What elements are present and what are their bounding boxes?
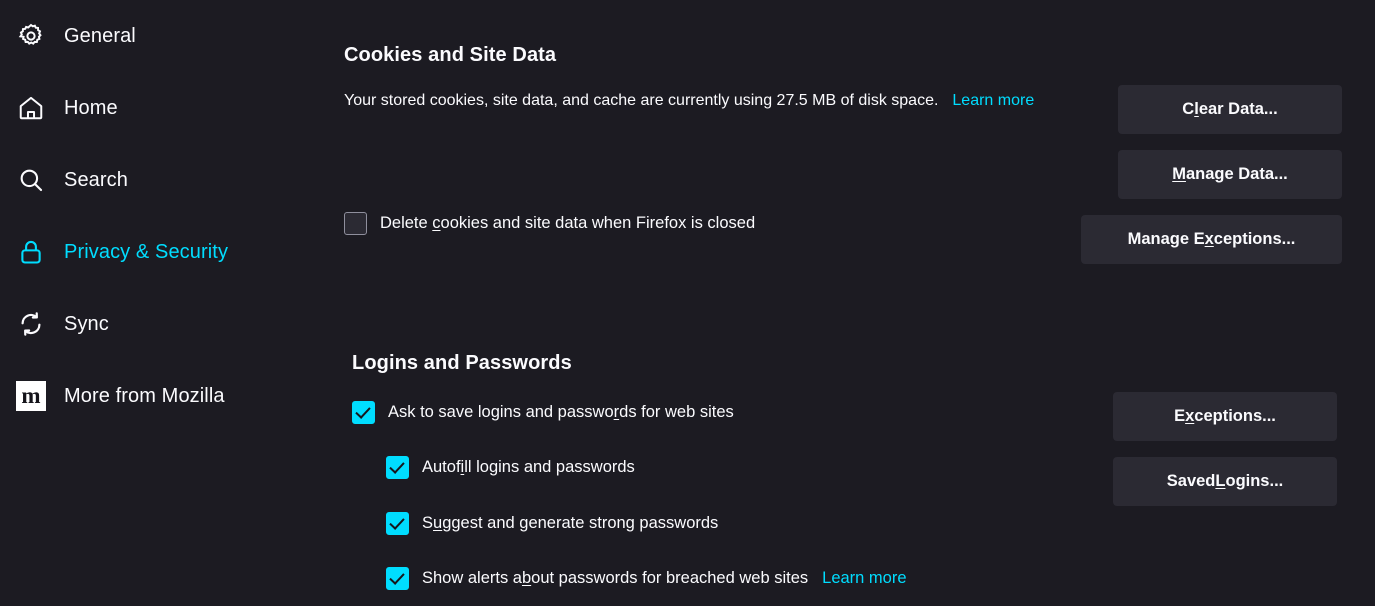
accesskey-letter: M: [1172, 165, 1186, 183]
sidebar-item-search[interactable]: Search: [0, 158, 330, 202]
sidebar-item-home[interactable]: Home: [0, 86, 330, 130]
sidebar-item-label: Privacy & Security: [64, 240, 229, 263]
logins-exceptions-button[interactable]: Ex ceptions...: [1113, 392, 1337, 441]
breach-alerts-checkbox[interactable]: [386, 567, 409, 590]
saved-logins-button[interactable]: Saved Logins...: [1113, 457, 1337, 506]
sidebar-item-general[interactable]: General: [0, 14, 330, 58]
logins-section-title: Logins and Passwords: [352, 352, 572, 374]
sidebar-item-label: Search: [64, 168, 128, 191]
delete-cookies-on-close-checkbox[interactable]: [344, 212, 367, 235]
accesskey-letter: x: [1204, 230, 1214, 248]
autofill-logins-row[interactable]: Autofill logins and passwords: [386, 456, 635, 479]
sidebar-item-label: Home: [64, 96, 118, 119]
clear-data-button[interactable]: Cl ear Data...: [1118, 85, 1342, 134]
suggest-strong-passwords-checkbox[interactable]: [386, 512, 409, 535]
sidebar-item-label: More from Mozilla: [64, 384, 225, 407]
home-icon: [14, 91, 48, 125]
cookies-section-title: Cookies and Site Data: [344, 44, 557, 66]
accesskey-letter: b: [521, 569, 532, 587]
sidebar-item-sync[interactable]: Sync: [0, 302, 330, 346]
mozilla-icon: m: [14, 379, 48, 413]
search-icon: [14, 163, 48, 197]
sidebar-item-more-from-mozilla[interactable]: m More from Mozilla: [0, 374, 330, 418]
breach-alerts-label: Show alerts about passwords for breached…: [422, 569, 809, 587]
delete-cookies-on-close-row[interactable]: Delete cookies and site data when Firefo…: [344, 212, 755, 235]
ask-to-save-logins-label: Ask to save logins and passwords for web…: [388, 403, 734, 421]
firefox-settings-page: General Home Search Privacy & Security S…: [0, 0, 1375, 606]
cookies-usage-text: Your stored cookies, site data, and cach…: [344, 92, 939, 109]
lock-icon: [14, 235, 48, 269]
manage-data-button[interactable]: Manage Data...: [1118, 150, 1342, 199]
accesskey-letter: L: [1215, 472, 1226, 490]
accesskey-letter: c: [432, 214, 441, 232]
suggest-strong-passwords-label: Suggest and generate strong passwords: [422, 514, 719, 532]
mozilla-wordmark-tile: m: [16, 381, 46, 411]
sidebar-item-label: General: [64, 24, 136, 47]
settings-sidebar: General Home Search Privacy & Security S…: [0, 0, 330, 606]
settings-content: Cookies and Site Data Your stored cookie…: [330, 0, 1375, 606]
manage-exceptions-button[interactable]: Manage Ex ceptions...: [1081, 215, 1342, 264]
sidebar-item-privacy-security[interactable]: Privacy & Security: [0, 230, 330, 274]
sync-icon: [14, 307, 48, 341]
delete-cookies-on-close-label: Delete cookies and site data when Firefo…: [380, 214, 756, 232]
accesskey-letter: u: [433, 514, 443, 532]
sidebar-item-label: Sync: [64, 312, 109, 335]
cookies-usage-description: Your stored cookies, site data, and cach…: [344, 84, 1074, 118]
breach-alerts-row[interactable]: Show alerts about passwords for breached…: [386, 567, 907, 590]
gear-icon: [14, 19, 48, 53]
autofill-logins-checkbox[interactable]: [386, 456, 409, 479]
autofill-logins-label: Autofill logins and passwords: [422, 458, 635, 476]
accesskey-letter: x: [1185, 407, 1195, 425]
breach-alerts-learn-more-link[interactable]: Learn more: [822, 569, 906, 588]
ask-to-save-logins-checkbox[interactable]: [352, 401, 375, 424]
cookies-learn-more-link[interactable]: Learn more: [952, 92, 1034, 109]
ask-to-save-logins-row[interactable]: Ask to save logins and passwords for web…: [352, 401, 734, 424]
suggest-strong-passwords-row[interactable]: Suggest and generate strong passwords: [386, 512, 718, 535]
